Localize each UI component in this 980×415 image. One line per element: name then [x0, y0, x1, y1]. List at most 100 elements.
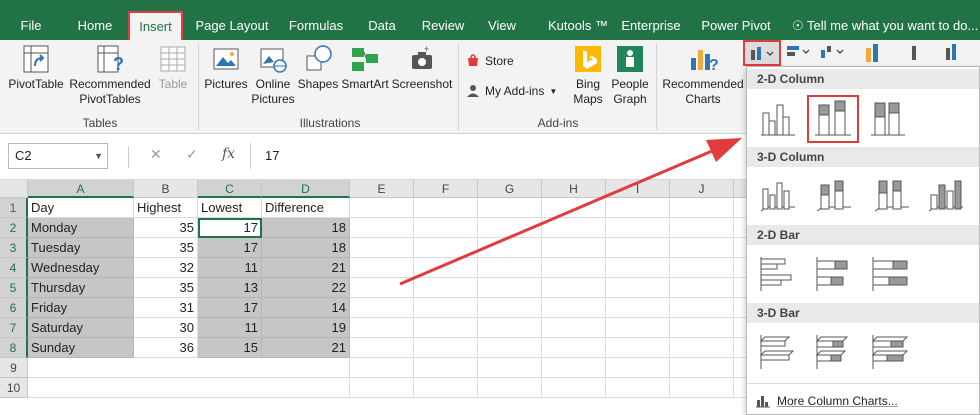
cell-c5[interactable]: 13 — [198, 278, 262, 298]
screenshot-button[interactable]: + Screenshot — [390, 44, 454, 92]
cell-a6[interactable]: Friday — [28, 298, 134, 318]
pivottable-button[interactable]: PivotTable — [6, 44, 66, 92]
row-header-10[interactable]: 10 — [0, 378, 28, 398]
tab-kutools[interactable]: Kutools ™ — [536, 13, 620, 39]
row-header-6[interactable]: 6 — [0, 298, 28, 318]
cell-d3[interactable]: 18 — [262, 238, 350, 258]
tab-review[interactable]: Review — [418, 13, 468, 39]
stacked-column-option[interactable] — [807, 95, 859, 143]
cell-b2[interactable]: 35 — [134, 218, 198, 238]
cell-b4[interactable]: 32 — [134, 258, 198, 278]
column-header-a[interactable]: A — [28, 180, 134, 198]
tab-formulas[interactable]: Formulas — [284, 13, 348, 39]
cell-a7[interactable]: Saturday — [28, 318, 134, 338]
cell-c7[interactable]: 11 — [198, 318, 262, 338]
chevron-down-icon[interactable]: ▼ — [94, 144, 103, 168]
cell-b1[interactable]: Highest — [134, 198, 198, 218]
insert-bar-chart-button[interactable] — [783, 40, 815, 66]
cell-a5[interactable]: Thursday — [28, 278, 134, 298]
name-box[interactable]: C2 ▼ — [8, 143, 108, 169]
people-graph-button[interactable]: People Graph — [610, 44, 650, 107]
column-header-i[interactable]: I — [606, 180, 670, 198]
tab-data[interactable]: Data — [362, 13, 402, 39]
smartart-button[interactable]: SmartArt — [340, 44, 390, 92]
cell-c8[interactable]: 15 — [198, 338, 262, 358]
cell-d1[interactable]: Difference — [262, 198, 350, 218]
cell-d8[interactable]: 21 — [262, 338, 350, 358]
cell-a4[interactable]: Wednesday — [28, 258, 134, 278]
column-header-b[interactable]: B — [134, 180, 198, 198]
column-header-g[interactable]: G — [478, 180, 542, 198]
cell-a3[interactable]: Tuesday — [28, 238, 134, 258]
tab-power-pivot[interactable]: Power Pivot — [696, 13, 776, 39]
insert-pivotchart-button[interactable] — [940, 40, 978, 66]
row-header-5[interactable]: 5 — [0, 278, 28, 298]
cell-b7[interactable]: 30 — [134, 318, 198, 338]
insert-map-chart-button[interactable] — [906, 40, 936, 66]
insert-waterfall-chart-button[interactable] — [817, 40, 849, 66]
cell-c3[interactable]: 17 — [198, 238, 262, 258]
bing-maps-button[interactable]: Bing Maps — [568, 44, 608, 107]
my-addins-button[interactable]: My Add-ins ▼ — [466, 84, 557, 98]
100-stacked-column-option[interactable] — [865, 95, 911, 141]
pictures-button[interactable]: Pictures — [202, 44, 250, 92]
row-header-8[interactable]: 8 — [0, 338, 28, 358]
cell-b8[interactable]: 36 — [134, 338, 198, 358]
empty-cells-area[interactable] — [350, 198, 748, 398]
shapes-button[interactable]: Shapes — [296, 44, 340, 92]
clustered-bar-option[interactable] — [755, 251, 801, 297]
online-pictures-button[interactable]: Online Pictures — [250, 44, 296, 107]
cell-c4[interactable]: 11 — [198, 258, 262, 278]
stacked-bar-option[interactable] — [811, 251, 857, 297]
3d-clustered-column-option[interactable] — [755, 173, 801, 219]
tab-page-layout[interactable]: Page Layout — [192, 13, 272, 39]
store-button[interactable]: Store — [466, 54, 514, 68]
clustered-column-option[interactable] — [755, 95, 801, 141]
recommended-pivottables-button[interactable]: ? Recommended PivotTables — [68, 44, 152, 107]
enter-icon[interactable]: ✓ — [186, 146, 198, 163]
row-header-3[interactable]: 3 — [0, 238, 28, 258]
cell-b6[interactable]: 31 — [134, 298, 198, 318]
tab-enterprise[interactable]: Enterprise — [614, 13, 688, 39]
column-header-f[interactable]: F — [414, 180, 478, 198]
cell-d6[interactable]: 14 — [262, 298, 350, 318]
select-all-corner[interactable] — [0, 180, 28, 198]
cell-a2[interactable]: Monday — [28, 218, 134, 238]
cell-b3[interactable]: 35 — [134, 238, 198, 258]
column-header-h[interactable]: H — [542, 180, 606, 198]
tab-insert[interactable]: Insert — [128, 11, 183, 40]
cell-d4[interactable]: 21 — [262, 258, 350, 278]
3d-stacked-bar-option[interactable] — [811, 329, 857, 375]
cell-b5[interactable]: 35 — [134, 278, 198, 298]
row-header-7[interactable]: 7 — [0, 318, 28, 338]
cell-d7[interactable]: 19 — [262, 318, 350, 338]
tell-me-box[interactable]: ☉ Tell me what you want to do... — [792, 13, 980, 39]
cell-c1[interactable]: Lowest — [198, 198, 262, 218]
cell-d2[interactable]: 18 — [262, 218, 350, 238]
cell-d5[interactable]: 22 — [262, 278, 350, 298]
cancel-icon[interactable]: ✕ — [150, 146, 162, 163]
cell-a1[interactable]: Day — [28, 198, 134, 218]
table-button[interactable]: Table — [154, 44, 192, 92]
3d-clustered-bar-option[interactable] — [755, 329, 801, 375]
empty-cells-area[interactable] — [28, 358, 350, 398]
row-header-9[interactable]: 9 — [0, 358, 28, 378]
row-header-2[interactable]: 2 — [0, 218, 28, 238]
cell-c2[interactable]: 17 — [198, 218, 262, 238]
3d-column-option[interactable] — [923, 173, 969, 219]
column-header-d[interactable]: D — [262, 180, 350, 198]
recommended-charts-button[interactable]: ? Recommended Charts — [660, 44, 746, 107]
row-header-4[interactable]: 4 — [0, 258, 28, 278]
tab-view[interactable]: View — [482, 13, 522, 39]
100-stacked-bar-option[interactable] — [867, 251, 913, 297]
column-header-e[interactable]: E — [350, 180, 414, 198]
3d-100-stacked-bar-option[interactable] — [867, 329, 913, 375]
insert-chart-button[interactable] — [858, 40, 894, 66]
column-header-j[interactable]: J — [670, 180, 734, 198]
3d-stacked-column-option[interactable] — [811, 173, 857, 219]
cell-c6[interactable]: 17 — [198, 298, 262, 318]
column-header-c[interactable]: C — [198, 180, 262, 198]
insert-column-chart-button[interactable] — [743, 40, 781, 66]
more-column-charts-button[interactable]: More Column Charts... — [755, 394, 898, 408]
row-header-1[interactable]: 1 — [0, 198, 28, 218]
